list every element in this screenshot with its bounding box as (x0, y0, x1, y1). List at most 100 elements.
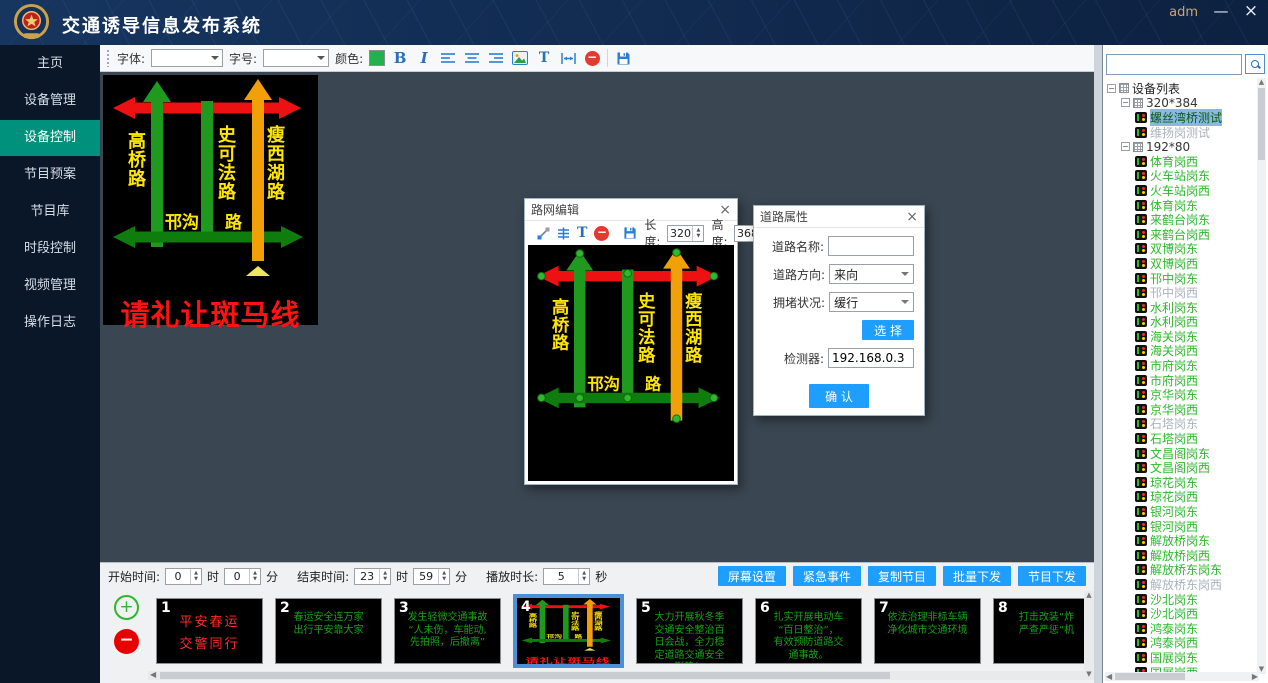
tree-device-item[interactable]: 京华岗东 (1105, 387, 1257, 402)
tree-device-item[interactable]: 解放桥岗西 (1105, 548, 1257, 563)
scrollbar-thumb[interactable] (1115, 673, 1185, 680)
spinner-down-icon[interactable]: ▼ (442, 576, 446, 582)
playlist-item-1[interactable]: 1平安春运交警同行 (156, 598, 263, 664)
tree-device-item[interactable]: 螺丝湾桥测试 (1105, 110, 1257, 125)
minimize-icon[interactable]: — (1212, 2, 1230, 20)
action-button[interactable]: 紧急事件 (793, 566, 861, 586)
tree-device-item[interactable]: 琼花岗东 (1105, 475, 1257, 490)
scroll-right-icon[interactable]: ▶ (1252, 672, 1258, 681)
scroll-down-icon[interactable]: ▼ (1084, 670, 1094, 678)
spinner-down-icon[interactable]: ▼ (383, 576, 387, 582)
sidebar-item-5[interactable]: 时段控制 (0, 231, 100, 267)
delete-element-icon[interactable]: − (583, 49, 601, 67)
tree-device-item[interactable]: 体育岗东 (1105, 198, 1257, 213)
tree-device-item[interactable]: 水利岗西 (1105, 315, 1257, 330)
tree-device-item[interactable]: 石塔岗东 (1105, 417, 1257, 432)
sidebar-item-3[interactable]: 节目预案 (0, 157, 100, 193)
action-button[interactable]: 批量下发 (943, 566, 1011, 586)
end-minute-spinner[interactable]: 59▲▼ (413, 568, 450, 585)
tree-device-item[interactable]: 解放桥东岗东 (1105, 563, 1257, 578)
tree-device-item[interactable]: 石塔岗西 (1105, 431, 1257, 446)
remove-program-button[interactable]: − (114, 629, 139, 654)
playlist-item-7[interactable]: 7依法治理非标车辆净化城市交通环境 (874, 598, 981, 664)
detector-ip-input[interactable] (828, 348, 914, 368)
italic-button[interactable]: I (415, 49, 433, 67)
draw-road-icon[interactable] (537, 224, 550, 242)
tree-group-320*384[interactable]: −320*384 (1105, 96, 1257, 111)
tree-device-item[interactable]: 京华岗西 (1105, 402, 1257, 417)
tree-device-item[interactable]: 鸿泰岗西 (1105, 636, 1257, 651)
tree-root-device-list[interactable]: −设备列表 (1105, 81, 1257, 96)
playlist-vertical-scrollbar[interactable]: ▲ ▼ (1084, 591, 1094, 679)
spacing-icon[interactable] (559, 49, 577, 67)
search-button[interactable] (1245, 54, 1265, 74)
tree-device-item[interactable]: 火车站岗东 (1105, 169, 1257, 184)
tree-device-item[interactable]: 海关岗西 (1105, 344, 1257, 359)
tree-device-item[interactable]: 国展岗东 (1105, 650, 1257, 665)
align-left-icon[interactable] (439, 49, 457, 67)
tree-device-item[interactable]: 沙北岗东 (1105, 592, 1257, 607)
tree-device-item[interactable]: 水利岗东 (1105, 300, 1257, 315)
scrollbar-thumb[interactable] (1258, 88, 1265, 160)
tree-device-item[interactable]: 银河岗西 (1105, 519, 1257, 534)
sidebar-item-4[interactable]: 节目库 (0, 194, 100, 230)
spinner-down-icon[interactable]: ▼ (194, 576, 198, 582)
playlist-item-2[interactable]: 2春运安全连万家出行平安靠大家 (275, 598, 382, 664)
font-size-select[interactable] (263, 49, 329, 67)
font-family-select[interactable] (151, 49, 223, 67)
sidebar-item-6[interactable]: 视频管理 (0, 268, 100, 304)
tree-vertical-scrollbar[interactable]: ▲ ▼ (1257, 78, 1266, 674)
tree-device-item[interactable]: 鸿泰岗东 (1105, 621, 1257, 636)
spinner-down-icon[interactable]: ▼ (582, 576, 586, 582)
tree-device-item[interactable]: 市府岗东 (1105, 358, 1257, 373)
tree-device-item[interactable]: 邗中岗东 (1105, 271, 1257, 286)
action-button[interactable]: 屏幕设置 (718, 566, 786, 586)
playlist-item-3[interactable]: 3发生轻微交通事故“人未伤，车能动,先拍照，后撤离” (394, 598, 501, 664)
tree-horizontal-scrollbar[interactable]: ◀ ▶ (1105, 672, 1259, 681)
tree-device-item[interactable]: 来鹤台岗东 (1105, 212, 1257, 227)
sidebar-item-7[interactable]: 操作日志 (0, 305, 100, 341)
duration-spinner[interactable]: 5▲▼ (543, 568, 590, 585)
action-button[interactable]: 节目下发 (1018, 566, 1086, 586)
tree-device-item[interactable]: 文昌阁岗西 (1105, 460, 1257, 475)
align-center-icon[interactable] (463, 49, 481, 67)
tree-device-item[interactable]: 沙北岗西 (1105, 606, 1257, 621)
tree-device-item[interactable]: 双博岗西 (1105, 256, 1257, 271)
start-minute-spinner[interactable]: 0▲▼ (224, 568, 261, 585)
dialog-titlebar[interactable]: 路网编辑 × (525, 199, 737, 221)
dialog-titlebar[interactable]: 道路属性 × (754, 206, 924, 228)
device-search-input[interactable] (1106, 54, 1242, 75)
sidebar-item-0[interactable]: 主页 (0, 46, 100, 82)
tree-device-item[interactable]: 来鹤台岗西 (1105, 227, 1257, 242)
tree-device-item[interactable]: 邗中岗西 (1105, 285, 1257, 300)
bold-button[interactable]: B (391, 49, 409, 67)
playlist-horizontal-scrollbar[interactable]: ◀ ▶ (148, 671, 1184, 680)
start-hour-spinner[interactable]: 0▲▼ (165, 568, 202, 585)
tree-group-192*80[interactable]: −192*80 (1105, 139, 1257, 154)
save-icon[interactable] (614, 49, 632, 67)
editable-road-network[interactable]: 高桥路 史可法路 瘦西湖路 邗沟 路 (528, 245, 734, 481)
road-direction-select[interactable]: 来向 (829, 264, 914, 284)
tree-device-item[interactable]: 市府岗西 (1105, 373, 1257, 388)
tree-expand-toggle[interactable]: − (1121, 142, 1130, 151)
scroll-left-icon[interactable]: ◀ (1106, 672, 1112, 681)
sidebar-item-2[interactable]: 设备控制 (0, 120, 100, 156)
save-icon[interactable] (623, 224, 637, 242)
text-tool-button[interactable]: T (535, 49, 553, 67)
scroll-up-icon[interactable]: ▲ (1086, 591, 1091, 599)
led-sign-preview[interactable]: 高桥路 史可法路 瘦西湖路 邗沟 路 请礼让斑马线 (103, 75, 318, 325)
tree-expand-toggle[interactable]: − (1121, 98, 1130, 107)
scrollbar-thumb[interactable] (160, 672, 890, 679)
end-hour-spinner[interactable]: 23▲▼ (354, 568, 391, 585)
spinner-down-icon[interactable]: ▼ (253, 576, 257, 582)
tree-device-item[interactable]: 文昌阁岗东 (1105, 446, 1257, 461)
close-icon[interactable]: × (1242, 1, 1260, 21)
led-sign-preview[interactable]: 高桥路 史可法路 瘦西湖路 邗沟 路 请礼让斑马线 (517, 598, 618, 664)
action-button[interactable]: 复制节目 (868, 566, 936, 586)
scroll-left-icon[interactable]: ◀ (150, 670, 156, 679)
tree-device-item[interactable]: 维扬岗测试 (1105, 125, 1257, 140)
logged-in-user[interactable]: adm (1169, 5, 1198, 20)
playlist-item-6[interactable]: 6扎实开展电动车“百日整治”，有效预防道路交通事故。 (755, 598, 862, 664)
tree-device-item[interactable]: 银河岗东 (1105, 504, 1257, 519)
color-swatch[interactable] (369, 50, 385, 66)
